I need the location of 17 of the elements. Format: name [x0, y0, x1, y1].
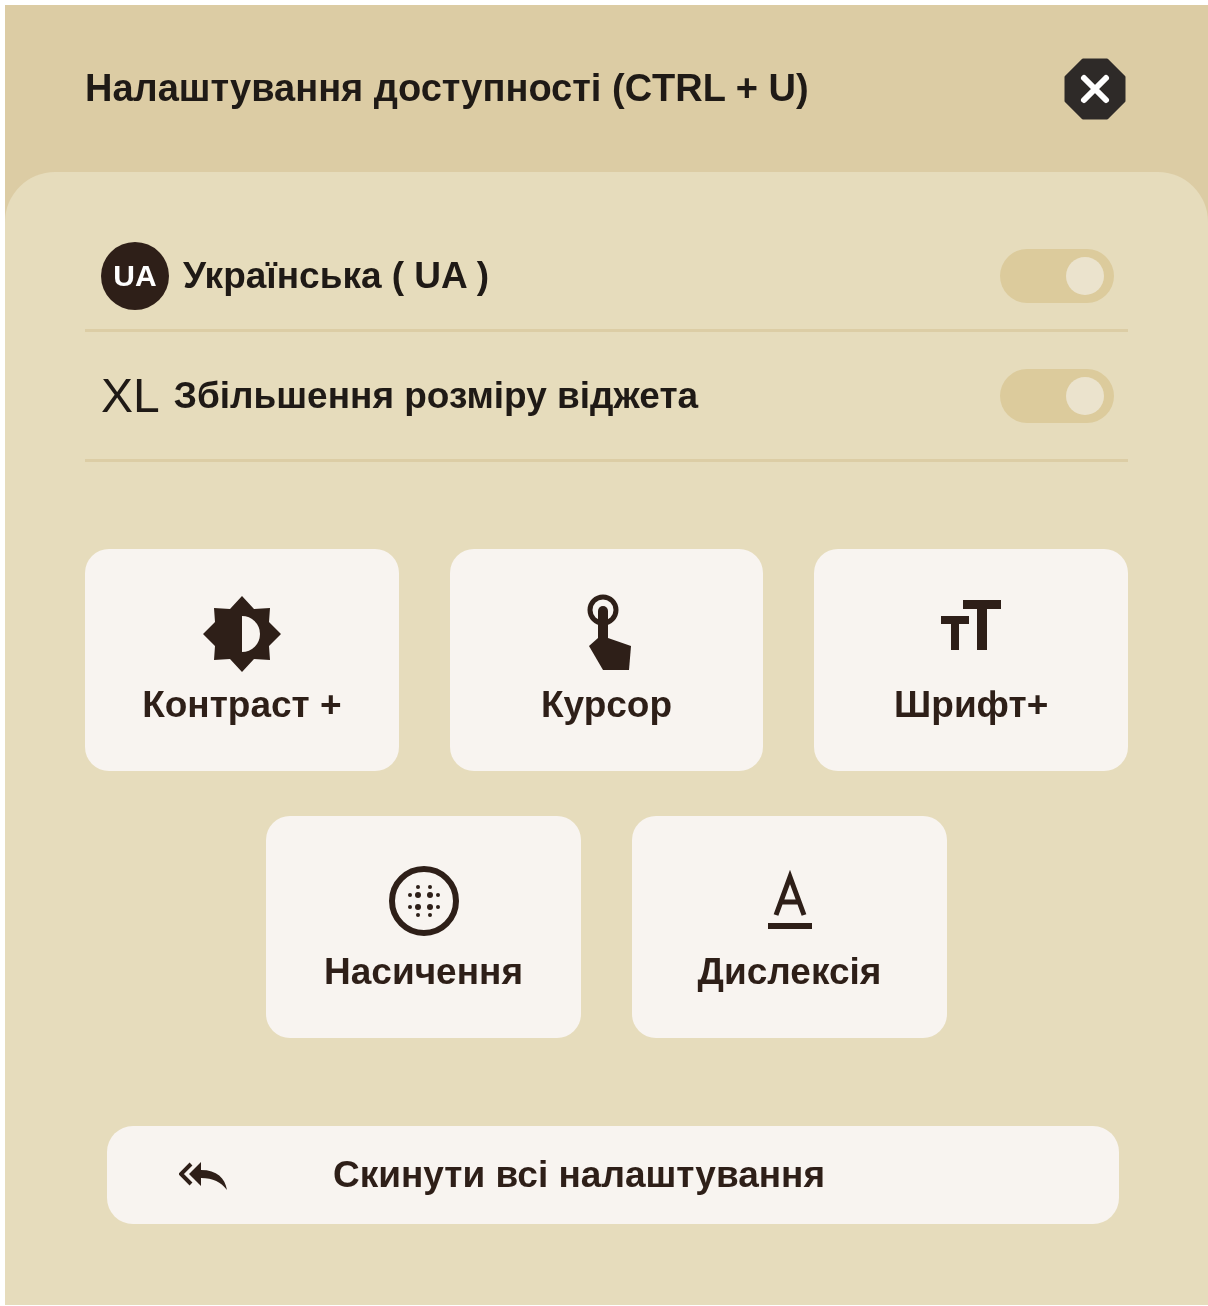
toggle-switch[interactable] — [1000, 248, 1114, 303]
reset-button[interactable]: Скинути всі налаштування — [107, 1126, 1119, 1224]
feature-tile[interactable]: Дислексія — [632, 816, 947, 1038]
size-label: XL — [101, 368, 160, 423]
reply-all-icon — [179, 1160, 229, 1190]
panel-title: Налаштування доступності (CTRL + U) — [85, 67, 809, 110]
feature-tile[interactable]: Шрифт+ — [814, 549, 1128, 771]
contrast-icon — [201, 594, 282, 674]
feature-tile[interactable]: Контраст + — [85, 549, 399, 771]
toggle-switch[interactable] — [1000, 368, 1114, 423]
toggle-label: Збільшення розміру віджета — [173, 374, 700, 417]
toggle-label: Українська ( UA ) — [183, 254, 491, 297]
close-button[interactable] — [1064, 57, 1126, 120]
feature-tile[interactable]: Насичення — [266, 816, 581, 1038]
close-icon — [1064, 57, 1126, 120]
feature-tile[interactable]: Курсор — [449, 549, 764, 771]
language-badge: UA — [101, 241, 169, 310]
